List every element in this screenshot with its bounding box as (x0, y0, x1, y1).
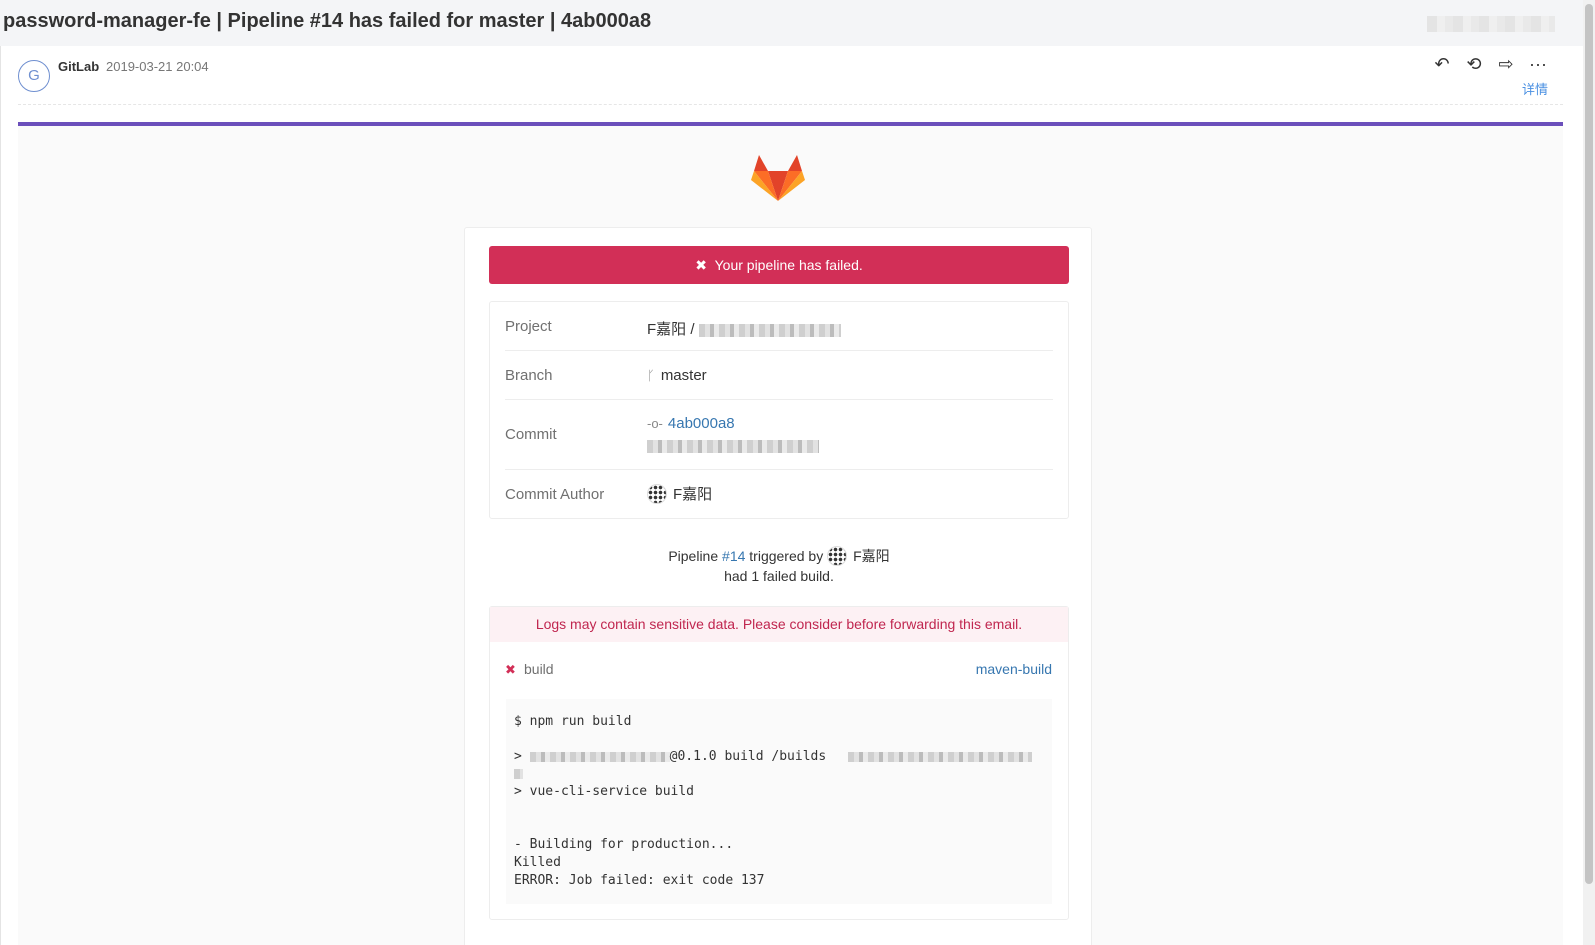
log-line: Killed (514, 855, 561, 870)
log-prefix: > (514, 749, 522, 764)
author-name: F嘉阳 (673, 486, 713, 503)
project-label: Project (505, 318, 552, 335)
mail-actions: ↶ ⟲ ⇨ ··· (1431, 54, 1549, 74)
log-line: > vue-cli-service build (514, 784, 695, 799)
scrollbar[interactable] (1583, 0, 1595, 945)
info-table: Project F嘉阳 / Branch ᚴ master Commit -o- 4 (489, 301, 1069, 519)
gitlab-logo-icon (751, 155, 805, 201)
log-line (514, 766, 523, 781)
log-build-path: @0.1.0 build /builds (669, 749, 827, 764)
log-line: - Building for production... (514, 837, 734, 852)
row-project: Project F嘉阳 / (505, 302, 1053, 351)
log-line: > @0.1.0 build /builds (514, 749, 1033, 764)
author-value[interactable]: F嘉阳 (647, 483, 712, 504)
logs-box: Logs may contain sensitive data. Please … (489, 606, 1069, 920)
redacted-path (848, 751, 1033, 762)
forward-icon[interactable]: ⇨ (1495, 54, 1517, 74)
reply-all-icon[interactable]: ⟲ (1463, 54, 1485, 74)
redacted-text (1427, 16, 1555, 32)
project-value[interactable]: F嘉阳 / (647, 318, 841, 339)
log-line: $ npm run build (514, 714, 632, 729)
author-avatar (647, 484, 667, 504)
summary-line-1: Pipeline #14 triggered by F嘉阳 (489, 546, 1069, 566)
job-log: $ npm run build > @0.1.0 build /builds >… (506, 699, 1052, 904)
send-date: 2019-03-21 20:04 (106, 59, 209, 74)
alert-text: Your pipeline has failed. (714, 257, 863, 273)
close-x-icon: ✖ (695, 257, 707, 273)
sender-name[interactable]: GitLab (58, 59, 99, 74)
commit-hash-link[interactable]: 4ab000a8 (668, 415, 735, 432)
scrollbar-thumb[interactable] (1585, 4, 1593, 884)
email-body: ✖ Your pipeline has failed. Project F嘉阳 … (18, 122, 1563, 945)
trigger-user-avatar (827, 546, 848, 566)
more-icon[interactable]: ··· (1527, 54, 1549, 74)
branch-name: master (660, 367, 707, 384)
sender-avatar[interactable]: G (18, 60, 50, 92)
reply-icon[interactable]: ↶ (1431, 54, 1453, 74)
branch-value[interactable]: ᚴ master (647, 367, 707, 384)
branch-label: Branch (505, 367, 553, 384)
summary-line-2: had 1 failed build. (724, 568, 834, 584)
summary-triggered-by: triggered by (749, 548, 824, 564)
commit-message (647, 437, 819, 454)
sensitive-data-warning: Logs may contain sensitive data. Please … (490, 607, 1068, 642)
pipeline-summary: Pipeline #14 triggered by F嘉阳 had 1 fail… (489, 546, 1069, 586)
pipeline-card: ✖ Your pipeline has failed. Project F嘉阳 … (464, 227, 1092, 945)
project-namespace: F嘉阳 / (647, 321, 695, 338)
row-author: Commit Author F嘉阳 (505, 470, 1053, 519)
pipeline-failed-alert: ✖ Your pipeline has failed. (489, 246, 1069, 284)
author-label: Commit Author (505, 486, 605, 503)
pipeline-link[interactable]: #14 (722, 548, 745, 564)
commit-label: Commit (505, 426, 557, 443)
summary-prefix: Pipeline (668, 548, 719, 564)
row-commit: Commit -o- 4ab000a8 (505, 400, 1053, 470)
redacted-path (514, 768, 523, 779)
branch-icon: ᚴ (647, 368, 655, 383)
redacted-package-name (529, 751, 670, 762)
row-branch: Branch ᚴ master (505, 351, 1053, 400)
email-subject: password-manager-fe | Pipeline #14 has f… (3, 10, 652, 32)
header-divider (18, 104, 1563, 105)
redacted-project-name (698, 323, 841, 337)
log-line: ERROR: Job failed: exit code 137 (514, 873, 765, 888)
job-stage-link[interactable]: maven-build (976, 661, 1052, 677)
redacted-commit-message (647, 439, 819, 453)
commit-value[interactable]: -o- 4ab000a8 (647, 415, 735, 432)
commit-icon: -o- (647, 416, 663, 431)
details-link[interactable]: 详情 (1522, 79, 1548, 98)
failed-status-icon: ✖ (505, 662, 516, 677)
mail-frame: G GitLab 2019-03-21 20:04 ↶ ⟲ ⇨ ··· 详情 ✖… (0, 46, 1583, 945)
trigger-user[interactable]: F嘉阳 (853, 548, 890, 564)
job-name-link[interactable]: build (524, 661, 554, 677)
subject-bar: password-manager-fe | Pipeline #14 has f… (0, 0, 1595, 46)
